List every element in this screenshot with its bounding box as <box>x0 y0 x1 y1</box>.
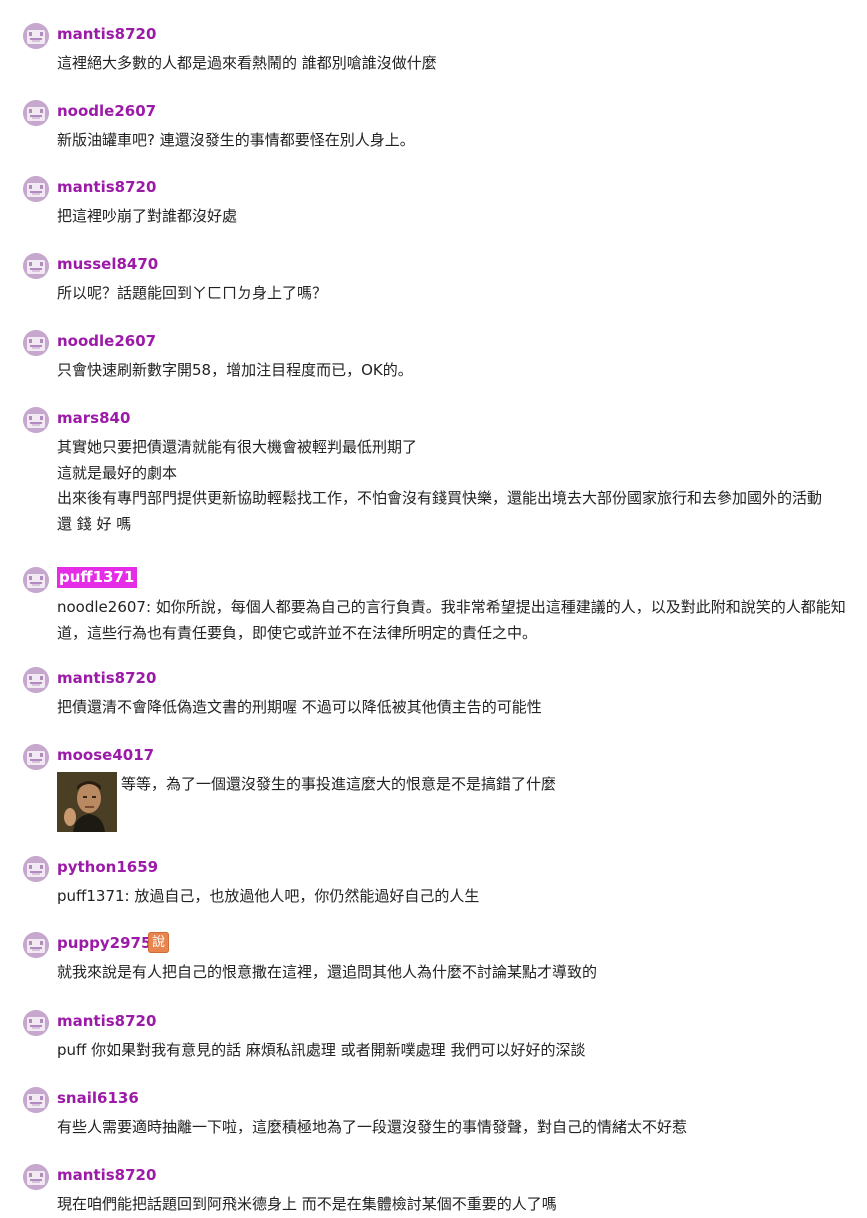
comment-line: 把債還清不會降低偽造文書的刑期喔 不過可以降低被其他債主告的可能性 <box>57 698 542 716</box>
comment-line: 還 錢 好 嗎 <box>57 514 132 533</box>
username-link[interactable]: moose4017 <box>57 746 154 764</box>
comment-text: 其實她只要把債還清就能有很大機會被輕判最低刑期了 這就是最好的劇本出來後有專門部門… <box>57 435 852 537</box>
comment-line: 其實她只要把債還清就能有很大機會被輕判最低刑期了 <box>57 438 418 456</box>
user-avatar[interactable] <box>23 407 49 433</box>
speech-badge-icon: 說 <box>148 932 169 953</box>
comment-line: 這裡絕大多數的人都是過來看熱鬧的 誰都別嗆誰沒做什麼 <box>57 54 437 72</box>
comment-text: 新版油罐車吧? 連還沒發生的事情都要怪在別人身上。 <box>57 128 852 154</box>
username-link[interactable]: mussel8470 <box>57 255 158 273</box>
username-link[interactable]: mantis8720 <box>57 1012 156 1030</box>
username-link[interactable]: python1659 <box>57 858 158 876</box>
user-avatar[interactable] <box>23 1164 49 1190</box>
user-avatar[interactable] <box>23 1010 49 1036</box>
comment-line: 把這裡吵崩了對誰都沒好處 <box>57 207 238 225</box>
comment-line: 這就是最好的劇本 <box>57 463 178 482</box>
comment-text: noodle2607: 如你所說，每個人都要為自己的言行負責。我非常希望提出這種… <box>57 595 852 646</box>
comment-text: 現在咱們能把話題回到阿飛米德身上 而不是在集體檢討某個不重要的人了嗎 <box>57 1192 852 1218</box>
comment-text: 把這裡吵崩了對誰都沒好處 <box>57 204 852 230</box>
comment-line: puff1371: 放過自己，也放過他人吧，你仍然能過好自己的人生 <box>57 887 480 905</box>
comment-line: 新版油罐車吧? 連還沒發生的事情都要怪在別人身上。 <box>57 131 415 149</box>
user-avatar[interactable] <box>23 330 49 356</box>
comment-text: puff 你如果對我有意見的話 麻煩私訊處理 或者開新噗處理 我們可以好好的深談 <box>57 1038 852 1064</box>
comment-text: puff1371: 放過自己，也放過他人吧，你仍然能過好自己的人生 <box>57 884 852 910</box>
user-avatar[interactable] <box>23 567 49 593</box>
user-avatar[interactable] <box>23 176 49 202</box>
user-avatar[interactable] <box>23 667 49 693</box>
username-link[interactable]: noodle2607 <box>57 102 156 120</box>
username-link[interactable]: puff1371 <box>57 567 138 588</box>
comment-line: 就我來說是有人把自己的恨意撒在這裡，還追問其他人為什麼不討論某點才導致的 <box>57 963 598 981</box>
comment-line: 只會快速刷新數字開58，增加注目程度而已，OK的。 <box>57 361 413 379</box>
user-avatar[interactable] <box>23 932 49 958</box>
comment-line: 所以呢？話題能回到ㄚㄈㄇㄉ身上了嗎？ <box>57 284 328 302</box>
comment-line: noodle2607: 如你所說，每個人都要為自己的言行負責。我非常希望提出這種… <box>57 598 846 642</box>
comment-line: 有些人需要適時抽離一下啦，這麼積極地為了一段還沒發生的事情發聲，對自己的情緒太不… <box>57 1118 688 1136</box>
comment-line: 現在咱們能把話題回到阿飛米德身上 而不是在集體檢討某個不重要的人了嗎 <box>57 1195 557 1213</box>
user-avatar[interactable] <box>23 23 49 49</box>
comment-text: 就我來說是有人把自己的恨意撒在這裡，還追問其他人為什麼不討論某點才導致的 <box>57 960 852 986</box>
comment-text: 有些人需要適時抽離一下啦，這麼積極地為了一段還沒發生的事情發聲，對自己的情緒太不… <box>57 1115 852 1141</box>
user-avatar[interactable] <box>23 253 49 279</box>
username-link[interactable]: mars840 <box>57 409 130 427</box>
comment-text: 這裡絕大多數的人都是過來看熱鬧的 誰都別嗆誰沒做什麼 <box>57 51 852 77</box>
username-link[interactable]: noodle2607 <box>57 332 156 350</box>
user-avatar[interactable] <box>23 856 49 882</box>
comment-line: 出來後有專門部門提供更新協助輕鬆找工作，不怕會沒有錢買快樂，還能出境去大部份國家… <box>57 489 823 507</box>
username-link[interactable]: mantis8720 <box>57 1166 156 1184</box>
user-avatar[interactable] <box>23 1087 49 1113</box>
user-avatar[interactable] <box>23 100 49 126</box>
comment-line: puff 你如果對我有意見的話 麻煩私訊處理 或者開新噗處理 我們可以好好的深談 <box>57 1041 586 1059</box>
image-thumbnail[interactable] <box>57 772 117 832</box>
username-link[interactable]: mantis8720 <box>57 178 156 196</box>
username-link[interactable]: puppy2975 <box>57 934 151 952</box>
comment-text: 把債還清不會降低偽造文書的刑期喔 不過可以降低被其他債主告的可能性 <box>57 695 852 721</box>
comment-text: 等等，為了一個還沒發生的事投進這麼大的恨意是不是搞錯了什麼 <box>121 775 557 793</box>
username-link[interactable]: mantis8720 <box>57 669 156 687</box>
username-link[interactable]: snail6136 <box>57 1089 139 1107</box>
comment-text: 所以呢？話題能回到ㄚㄈㄇㄉ身上了嗎？ <box>57 281 852 307</box>
comment-text: 只會快速刷新數字開58，增加注目程度而已，OK的。 <box>57 358 852 384</box>
user-avatar[interactable] <box>23 744 49 770</box>
username-link[interactable]: mantis8720 <box>57 25 156 43</box>
